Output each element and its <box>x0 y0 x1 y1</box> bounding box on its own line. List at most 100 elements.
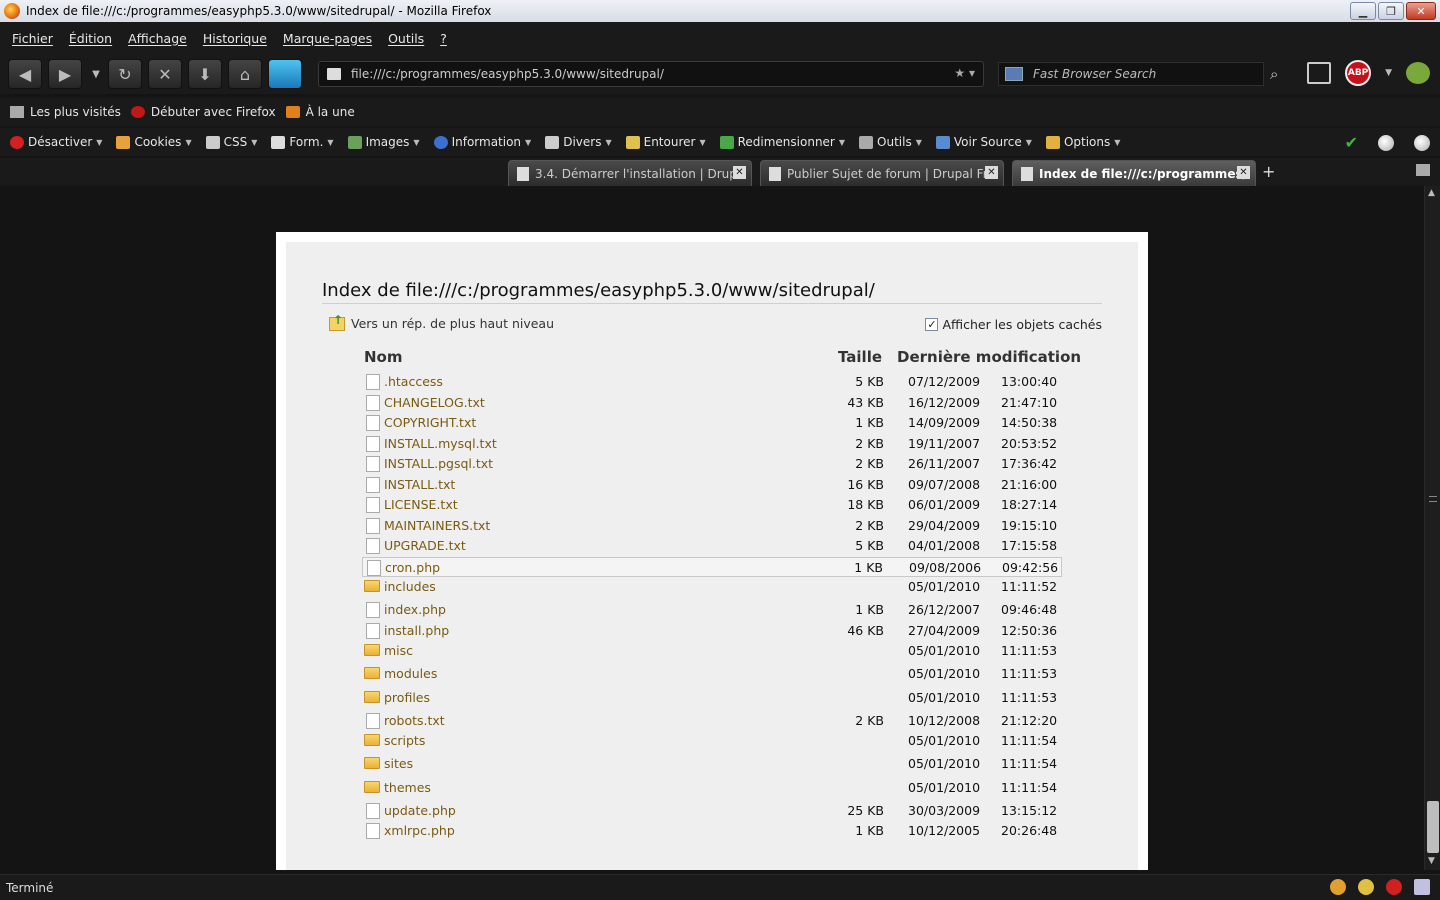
dev-cookies-menu[interactable]: Cookies ▼ <box>116 135 192 149</box>
validation-check-icon[interactable]: ✔ <box>1345 133 1358 152</box>
file-row[interactable]: LICENSE.txt 18 KB 06/01/2009 18:27:14 <box>362 495 1062 516</box>
menu-edition[interactable]: Édition <box>69 31 112 46</box>
column-header-size[interactable]: Taille <box>838 348 882 366</box>
file-name-link[interactable]: robots.txt <box>384 713 445 728</box>
show-hidden-toggle[interactable]: ✓ Afficher les objets cachés <box>925 317 1102 332</box>
file-name-link[interactable]: UPGRADE.txt <box>384 538 466 553</box>
file-name-link[interactable]: COPYRIGHT.txt <box>384 415 476 430</box>
file-row[interactable]: INSTALL.txt 16 KB 09/07/2008 21:16:00 <box>362 475 1062 496</box>
file-name-link[interactable]: profiles <box>384 690 430 705</box>
search-engine-icon[interactable] <box>1005 67 1023 81</box>
folder-row[interactable]: misc 05/01/2010 11:11:53 <box>362 641 1062 664</box>
menu-marque-pages[interactable]: Marque-pages <box>283 31 372 46</box>
file-name-link[interactable]: update.php <box>384 803 456 818</box>
folder-row[interactable]: includes 05/01/2010 11:11:52 <box>362 577 1062 600</box>
close-tab-icon[interactable]: ✕ <box>733 166 746 179</box>
file-name-link[interactable]: INSTALL.mysql.txt <box>384 436 497 451</box>
dev-disable-menu[interactable]: Désactiver ▼ <box>10 135 102 149</box>
scroll-down-icon[interactable]: ▼ <box>1428 856 1435 866</box>
adblock-plus-icon[interactable]: ABP <box>1345 60 1372 86</box>
search-input[interactable]: Fast Browser Search <box>998 62 1264 86</box>
folder-row[interactable]: themes 05/01/2010 11:11:54 <box>362 778 1062 801</box>
bookmark-headlines[interactable]: À la une <box>285 105 355 119</box>
bookmark-getting-started[interactable]: Débuter avec Firefox <box>130 105 276 119</box>
file-row[interactable]: update.php 25 KB 30/03/2009 13:15:12 <box>362 801 1062 822</box>
column-header-name[interactable]: Nom <box>364 348 403 366</box>
show-hidden-checkbox[interactable]: ✓ <box>925 318 939 331</box>
search-icon[interactable]: ⌕ <box>1270 65 1278 83</box>
scroll-up-icon[interactable]: ▲ <box>1428 188 1435 198</box>
bookmark-sidebar-button[interactable] <box>268 59 302 89</box>
window-status-icon[interactable] <box>1414 879 1430 895</box>
dev-options-menu[interactable]: Options ▼ <box>1045 135 1120 149</box>
folder-row[interactable]: profiles 05/01/2010 11:11:53 <box>362 688 1062 711</box>
file-name-link[interactable]: index.php <box>384 602 446 617</box>
history-dropdown-icon[interactable]: ▼ <box>88 59 104 89</box>
file-name-link[interactable]: misc <box>384 643 413 658</box>
tab-file-index[interactable]: Index de file:///c:/programmes/e... ✕ <box>1012 160 1256 186</box>
back-button[interactable]: ◀ <box>8 59 42 89</box>
forward-button[interactable]: ▶ <box>48 59 82 89</box>
file-name-link[interactable]: .htaccess <box>384 374 443 389</box>
dev-images-menu[interactable]: Images ▼ <box>347 135 420 149</box>
dev-information-menu[interactable]: Information ▼ <box>433 135 531 149</box>
file-name-link[interactable]: scripts <box>384 733 425 748</box>
file-name-link[interactable]: cron.php <box>385 560 440 575</box>
file-row[interactable]: index.php 1 KB 26/12/2007 09:46:48 <box>362 600 1062 621</box>
file-name-link[interactable]: INSTALL.pgsql.txt <box>384 456 493 471</box>
file-row[interactable]: INSTALL.pgsql.txt 2 KB 26/11/2007 17:36:42 <box>362 454 1062 475</box>
dev-outline-menu[interactable]: Entourer ▼ <box>625 135 706 149</box>
file-name-link[interactable]: LICENSE.txt <box>384 497 458 512</box>
file-row[interactable]: INSTALL.mysql.txt 2 KB 19/11/2007 20:53:52 <box>362 434 1062 455</box>
file-row[interactable]: cron.php 1 KB 09/08/2006 09:42:56 <box>362 556 1062 577</box>
window-copy-icon[interactable] <box>1307 62 1332 84</box>
file-row[interactable]: install.php 46 KB 27/04/2009 12:50:36 <box>362 621 1062 642</box>
file-name-link[interactable]: MAINTAINERS.txt <box>384 518 490 533</box>
file-name-link[interactable]: includes <box>384 579 436 594</box>
file-name-link[interactable]: install.php <box>384 623 449 638</box>
menu-historique[interactable]: Historique <box>203 31 267 46</box>
css-status-icon[interactable] <box>1378 134 1394 151</box>
file-row[interactable]: xmlrpc.php 1 KB 10/12/2005 20:26:48 <box>362 821 1062 842</box>
parent-directory-link[interactable]: Vers un rép. de plus haut niveau <box>329 313 554 331</box>
url-bar[interactable]: file:///c:/programmes/easyphp5.3.0/www/s… <box>318 61 984 87</box>
dev-view-source-menu[interactable]: Voir Source ▼ <box>935 135 1032 149</box>
menu-affichage[interactable]: Affichage <box>128 31 187 46</box>
file-name-link[interactable]: sites <box>384 756 413 771</box>
folder-row[interactable]: sites 05/01/2010 11:11:54 <box>362 754 1062 777</box>
file-row[interactable]: robots.txt 2 KB 10/12/2008 21:12:20 <box>362 711 1062 732</box>
dev-resize-menu[interactable]: Redimensionner ▼ <box>719 135 845 149</box>
file-row[interactable]: CHANGELOG.txt 43 KB 16/12/2009 21:47:10 <box>362 393 1062 414</box>
js-status-icon[interactable] <box>1414 134 1430 151</box>
file-row[interactable]: MAINTAINERS.txt 2 KB 29/04/2009 19:15:10 <box>362 516 1062 537</box>
smiley-status-icon[interactable] <box>1358 879 1374 895</box>
file-name-link[interactable]: modules <box>384 666 437 681</box>
new-tab-button[interactable]: + <box>1262 162 1275 181</box>
tab-drupal-forum[interactable]: Publier Sujet de forum | Drupal Franc...… <box>760 160 1004 186</box>
file-name-link[interactable]: INSTALL.txt <box>384 477 455 492</box>
dev-tools-menu[interactable]: Outils ▼ <box>859 135 922 149</box>
minimize-button[interactable]: ▁ <box>1350 2 1376 20</box>
folder-row[interactable]: scripts 05/01/2010 11:11:54 <box>362 731 1062 754</box>
close-tab-icon[interactable]: ✕ <box>1237 166 1250 179</box>
scroll-thumb[interactable] <box>1427 801 1439 853</box>
pencil-status-icon[interactable] <box>1330 879 1346 895</box>
tab-drupal-install[interactable]: 3.4. Démarrer l'installation | Drupal Fr… <box>508 160 752 186</box>
menu-outils[interactable]: Outils <box>388 31 424 46</box>
file-name-link[interactable]: xmlrpc.php <box>384 823 455 838</box>
dev-forms-menu[interactable]: Form. ▼ <box>271 135 334 149</box>
dev-misc-menu[interactable]: Divers ▼ <box>545 135 612 149</box>
stop-button[interactable]: ✕ <box>148 59 182 89</box>
menu-fichier[interactable]: Fichier <box>12 31 53 46</box>
bookmark-most-visited[interactable]: Les plus visités <box>10 105 121 119</box>
menu-help[interactable]: ? <box>440 31 447 46</box>
file-row[interactable]: COPYRIGHT.txt 1 KB 14/09/2009 14:50:38 <box>362 413 1062 434</box>
file-row[interactable]: UPGRADE.txt 5 KB 04/01/2008 17:15:58 <box>362 536 1062 557</box>
bookmark-star-icon[interactable]: ★ ▾ <box>954 66 975 80</box>
reload-button[interactable]: ↻ <box>108 59 142 89</box>
column-header-date[interactable]: Dernière modification <box>897 348 1081 366</box>
folder-row[interactable]: modules 05/01/2010 11:11:53 <box>362 664 1062 687</box>
close-tab-icon[interactable]: ✕ <box>985 166 998 179</box>
file-name-link[interactable]: themes <box>384 780 431 795</box>
close-window-button[interactable]: ✕ <box>1406 2 1436 20</box>
